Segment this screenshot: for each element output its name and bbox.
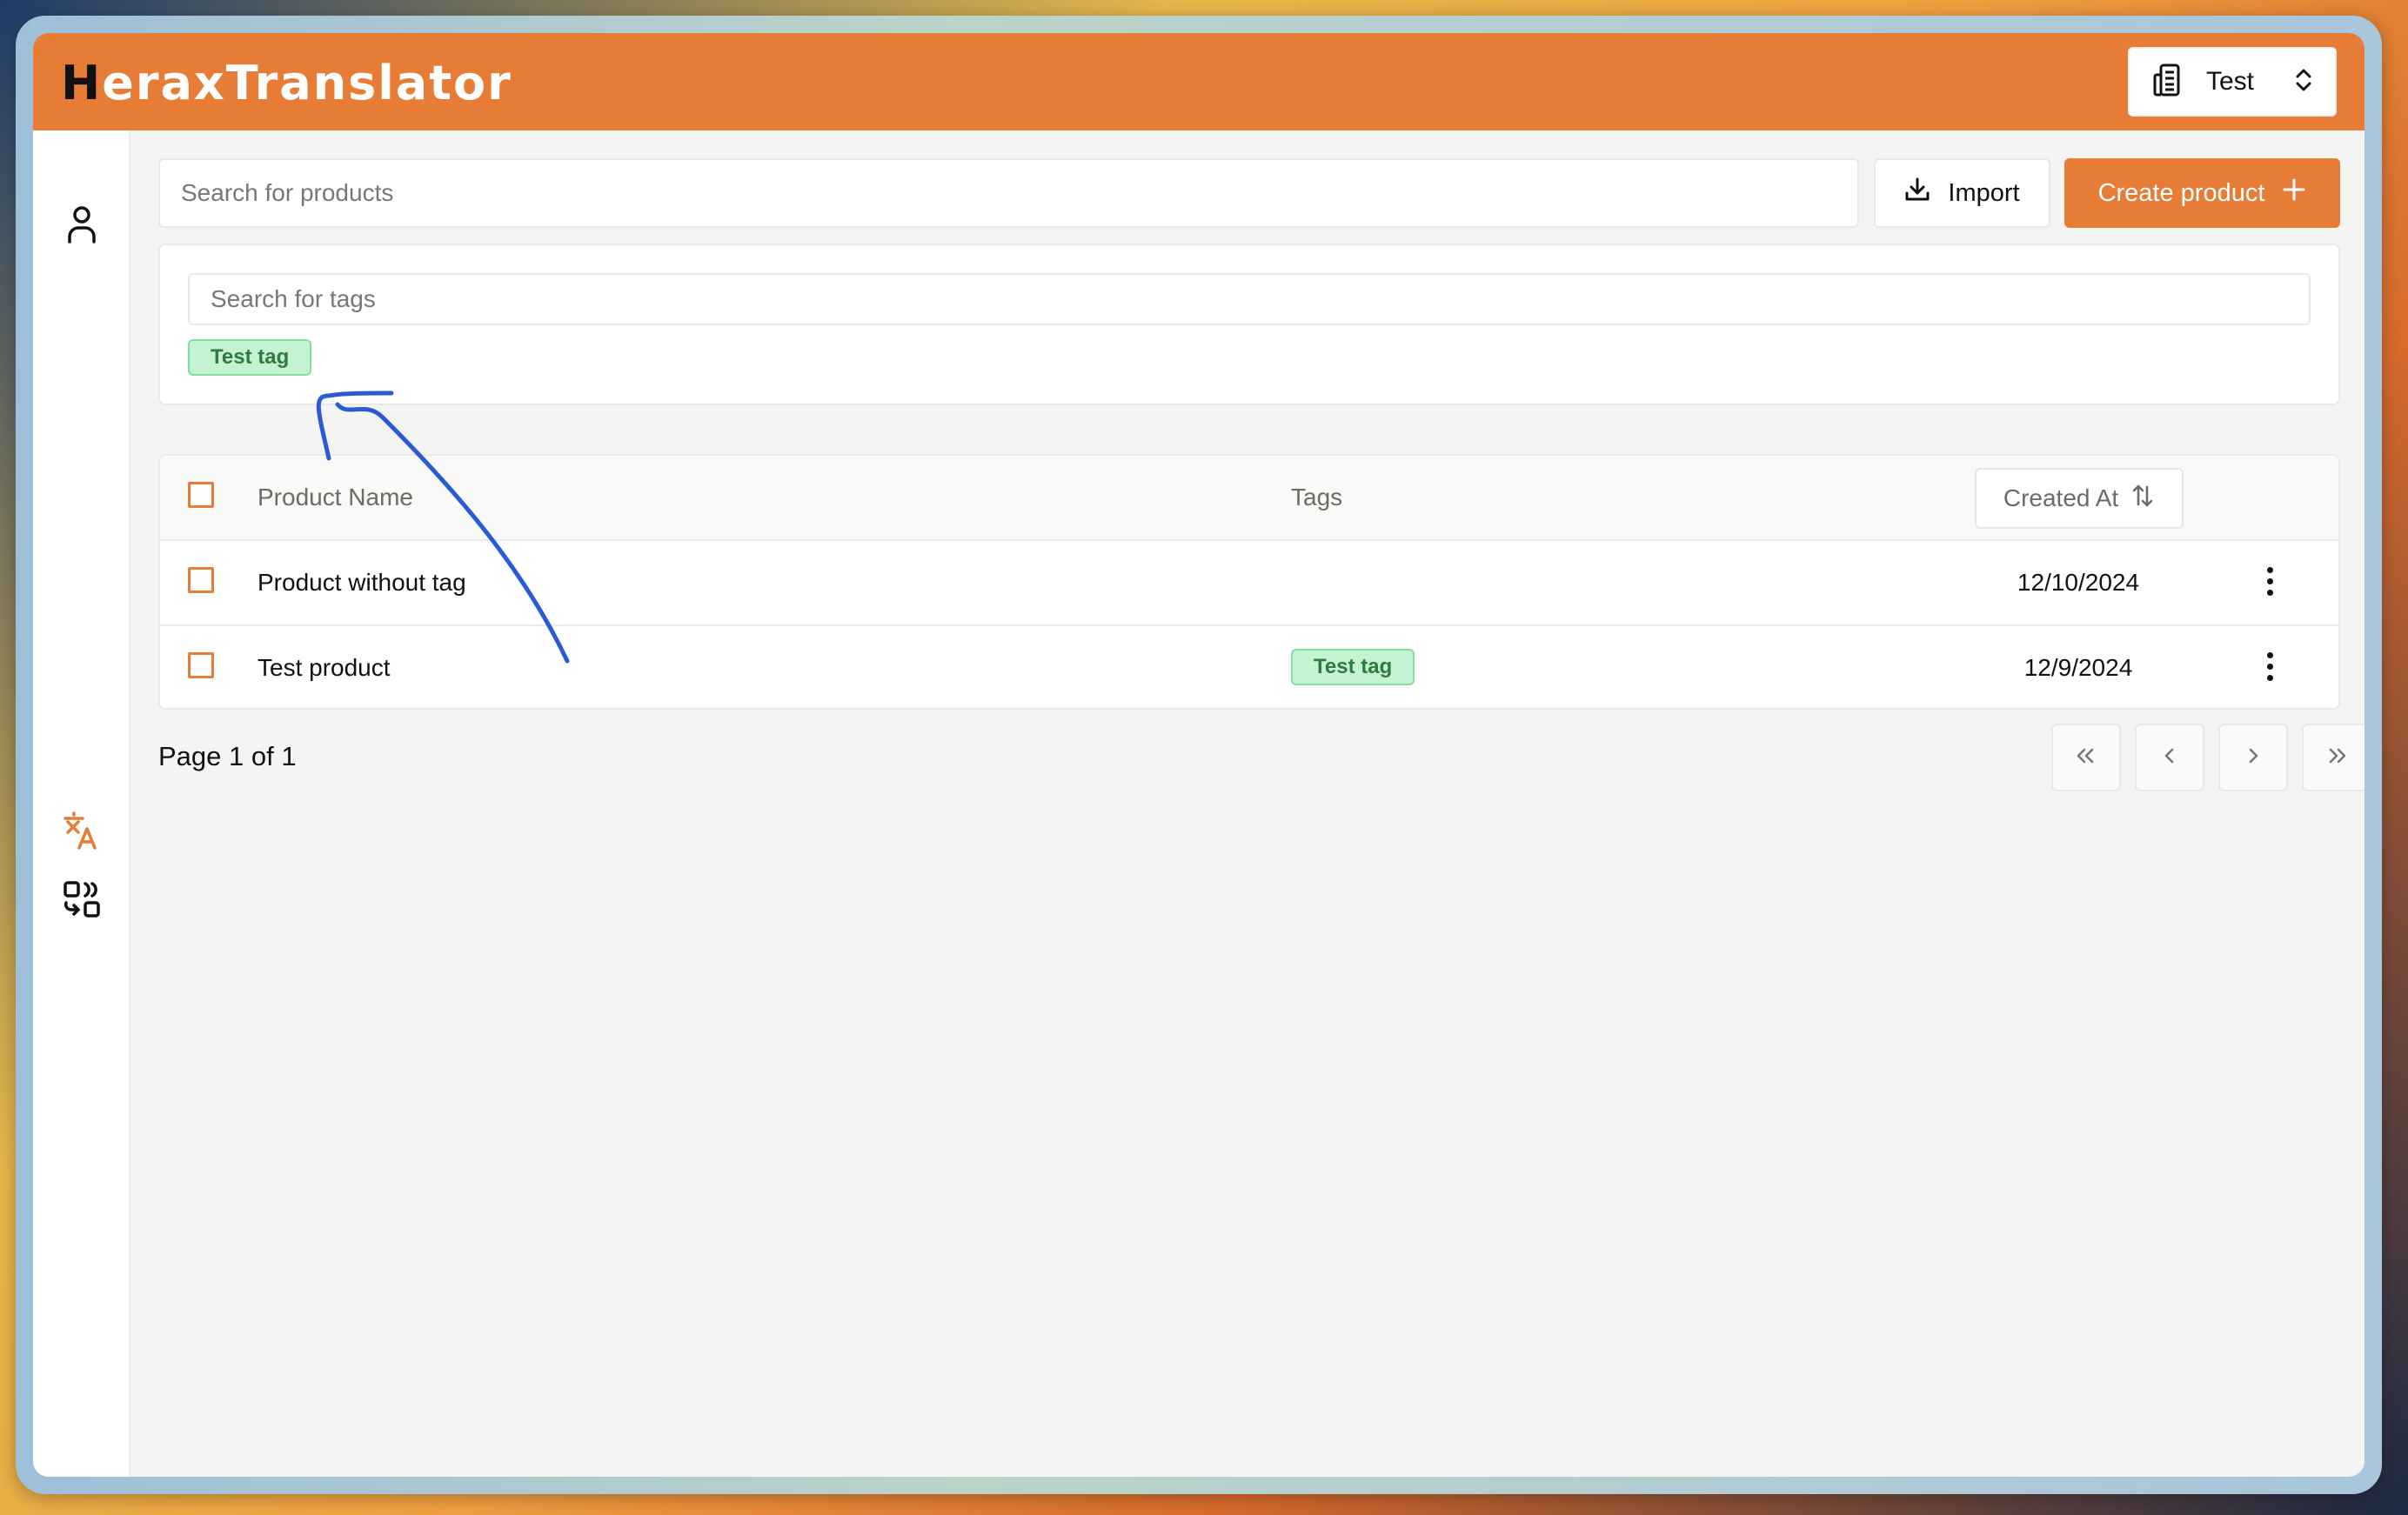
sidebar-item-translations[interactable] (59, 811, 104, 856)
chevron-up-down-icon (2295, 67, 2312, 97)
sidebar-item-profile[interactable] (59, 204, 104, 249)
building-icon (2152, 63, 2182, 102)
organization-name: Test (2206, 67, 2255, 96)
tag-filter-chip[interactable]: Test tag (188, 339, 312, 376)
tag-filter-list: Test tag (188, 339, 312, 376)
row-actions-menu-icon[interactable] (2265, 652, 2274, 681)
organization-selector[interactable]: Test (2128, 47, 2337, 117)
product-name[interactable]: Test product (258, 654, 391, 682)
last-page-button[interactable] (2302, 724, 2365, 791)
products-table: Product Name Tags Created At Product wit… (158, 454, 2340, 710)
import-button[interactable]: Import (1874, 158, 2050, 228)
row-actions-menu-icon[interactable] (2265, 567, 2274, 596)
previous-page-button[interactable] (2135, 724, 2204, 791)
column-header-name[interactable]: Product Name (258, 484, 413, 511)
plus-icon (2282, 177, 2306, 209)
table-row[interactable]: Product without tag 12/10/2024 (160, 541, 2338, 626)
select-all-checkbox[interactable] (188, 482, 214, 508)
product-search-placeholder: Search for products (181, 179, 394, 206)
sidebar-item-products[interactable] (59, 878, 104, 924)
chevron-right-icon (2246, 747, 2260, 769)
row-checkbox[interactable] (188, 652, 214, 678)
product-search-input[interactable]: Search for products (158, 158, 1859, 228)
tag-filter-card: Search for tags Test tag (158, 244, 2340, 405)
create-product-label: Create product (2097, 178, 2265, 207)
sidebar (33, 130, 130, 1477)
import-label: Import (1948, 178, 2020, 207)
translate-icon (62, 811, 102, 856)
row-checkbox[interactable] (188, 567, 214, 593)
product-tags: Test tag (1291, 649, 1415, 685)
first-page-button[interactable] (2051, 724, 2121, 791)
app-window: HeraxTranslator Test Search for products… (33, 33, 2365, 1477)
created-at: 12/9/2024 (2023, 654, 2133, 681)
page-indicator: Page 1 of 1 (158, 741, 297, 771)
sort-arrows-icon (2130, 484, 2155, 514)
tag-search-input[interactable]: Search for tags (188, 273, 2311, 325)
app-logo[interactable]: HeraxTranslator (61, 56, 512, 110)
column-header-created: Created At (2003, 484, 2119, 511)
sort-created-at-button[interactable]: Created At (1975, 468, 2184, 529)
chevrons-left-icon (2075, 747, 2097, 769)
logo-text: eraxTranslator (102, 56, 512, 110)
top-header: HeraxTranslator Test (33, 33, 2365, 130)
chevron-left-icon (2163, 747, 2177, 769)
create-product-button[interactable]: Create product (2064, 158, 2340, 228)
download-icon (1904, 177, 1930, 210)
tag-search-placeholder: Search for tags (211, 285, 376, 312)
products-icon (63, 880, 101, 923)
logo-initial: H (61, 56, 103, 110)
column-header-tags: Tags (1291, 484, 1343, 511)
product-tag: Test tag (1291, 649, 1415, 685)
created-at: 12/10/2024 (2017, 569, 2140, 596)
user-icon (66, 205, 97, 248)
table-row[interactable]: Test product Test tag 12/9/2024 (160, 626, 2338, 708)
chevrons-right-icon (2325, 747, 2348, 769)
product-name[interactable]: Product without tag (258, 569, 466, 597)
table-header-row: Product Name Tags Created At (160, 456, 2338, 541)
main-content: Search for products Import Create produc… (130, 130, 2365, 1477)
next-page-button[interactable] (2218, 724, 2288, 791)
